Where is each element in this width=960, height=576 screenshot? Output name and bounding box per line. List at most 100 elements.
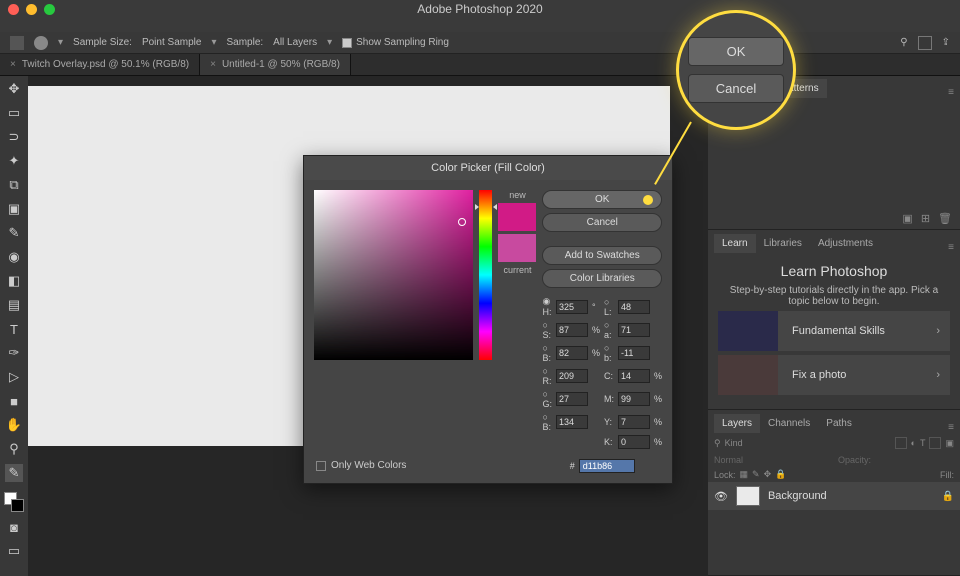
k-input[interactable]: [618, 435, 650, 449]
lock-pos-icon[interactable]: ✥: [764, 469, 772, 480]
tab-layers[interactable]: Layers: [714, 414, 760, 433]
ok-button[interactable]: OK: [542, 190, 662, 209]
color-libraries-button[interactable]: Color Libraries: [542, 269, 662, 288]
quickmask-icon[interactable]: ◙: [5, 518, 23, 536]
sample-value[interactable]: All Layers: [273, 37, 317, 48]
filter-smart-icon[interactable]: ▣: [945, 438, 954, 449]
filter-adjust-icon[interactable]: ◐: [911, 438, 916, 448]
g-radio[interactable]: ○ G:: [542, 389, 552, 409]
select-tool-icon[interactable]: ▷: [5, 368, 23, 386]
cancel-button[interactable]: Cancel: [542, 213, 662, 232]
panel-menu-icon[interactable]: ≡: [948, 242, 954, 253]
path-tool-icon[interactable]: ✑: [5, 344, 23, 362]
share-icon[interactable]: ⇪: [942, 37, 950, 48]
filter-type-icon[interactable]: T: [920, 438, 926, 448]
y-input[interactable]: [618, 415, 650, 429]
sample-size-value[interactable]: Point Sample: [142, 37, 201, 48]
chevron-down-icon[interactable]: ▾: [327, 37, 332, 48]
tab-adjustments[interactable]: Adjustments: [810, 234, 881, 253]
b2-radio[interactable]: ○ b:: [604, 343, 614, 363]
gradient-tool-icon[interactable]: ▤: [5, 296, 23, 314]
layer-filter[interactable]: ⚲ Kind: [714, 438, 891, 449]
chevron-right-icon: ›: [926, 325, 950, 337]
hex-input[interactable]: [579, 459, 635, 473]
hand-tool-icon[interactable]: ✋: [5, 416, 23, 434]
only-web-colors-checkbox[interactable]: Only Web Colors: [316, 460, 406, 471]
show-sampling-ring-checkbox[interactable]: Show Sampling Ring: [342, 37, 449, 48]
l-radio[interactable]: ○ L:: [604, 297, 614, 317]
m-input[interactable]: [618, 392, 650, 406]
new-item-icon[interactable]: ⊞: [921, 212, 930, 225]
move-tool-icon[interactable]: ✥: [5, 80, 23, 98]
opacity-label: Opacity:: [838, 455, 954, 465]
chevron-down-icon[interactable]: ▾: [58, 37, 63, 48]
screenmode-icon[interactable]: ▭: [5, 542, 23, 560]
lasso-tool-icon[interactable]: ⊃: [5, 128, 23, 146]
bb-input[interactable]: [556, 415, 588, 429]
close-icon[interactable]: ×: [210, 59, 216, 70]
saturation-field[interactable]: [314, 190, 473, 360]
window-traffic-lights[interactable]: [8, 4, 55, 15]
lesson-fundamental[interactable]: Fundamental Skills›: [718, 311, 950, 351]
tab-libraries[interactable]: Libraries: [756, 234, 810, 253]
search-icon[interactable]: ⚲: [900, 37, 907, 48]
hue-slider[interactable]: [479, 190, 492, 360]
chevron-down-icon[interactable]: ▾: [211, 37, 216, 48]
c-input[interactable]: [618, 369, 650, 383]
tools-panel: ✥ ▭ ⊃ ✦ ⧉ ▣ ✎ ◉ ◧ ▤ T ✑ ▷ ■ ✋ ⚲ ✎ ◙ ▭: [0, 76, 28, 576]
eyedropper-tool-icon[interactable]: ✎: [5, 464, 23, 482]
crop-tool-icon[interactable]: ⧉: [5, 176, 23, 194]
bb-radio[interactable]: ○ B:: [542, 412, 552, 432]
color-swatches[interactable]: [4, 492, 24, 512]
visibility-icon[interactable]: 👁: [714, 490, 728, 503]
marquee-tool-icon[interactable]: ▭: [5, 104, 23, 122]
type-tool-icon[interactable]: T: [5, 320, 23, 338]
s-radio[interactable]: ○ S:: [542, 320, 552, 340]
panel-menu-icon[interactable]: ≡: [948, 87, 954, 98]
k-label: K:: [604, 437, 614, 447]
s-input[interactable]: [556, 323, 588, 337]
stamp-tool-icon[interactable]: ◉: [5, 248, 23, 266]
home-icon[interactable]: [10, 36, 24, 50]
tab-channels[interactable]: Channels: [760, 414, 818, 433]
lock-pixel-icon[interactable]: ✎: [752, 469, 760, 480]
l-input[interactable]: [618, 300, 650, 314]
b-input[interactable]: [556, 346, 588, 360]
r-input[interactable]: [556, 369, 588, 383]
a-radio[interactable]: ○ a:: [604, 320, 614, 340]
workspace-icon[interactable]: [918, 36, 932, 50]
blend-mode[interactable]: Normal: [714, 455, 830, 465]
b-radio[interactable]: ○ B:: [542, 343, 552, 363]
zoom-tool-icon[interactable]: ⚲: [5, 440, 23, 458]
lock-trans-icon[interactable]: ▦: [740, 469, 749, 480]
h-input[interactable]: [556, 300, 588, 314]
wand-tool-icon[interactable]: ✦: [5, 152, 23, 170]
eraser-tool-icon[interactable]: ◧: [5, 272, 23, 290]
brush-tool-icon[interactable]: ✎: [5, 224, 23, 242]
close-icon[interactable]: ×: [10, 59, 16, 70]
document-tab[interactable]: ×Untitled-1 @ 50% (RGB/8): [200, 54, 351, 75]
lock-all-icon[interactable]: 🔒: [775, 469, 786, 480]
h-radio[interactable]: ◉ H:: [542, 296, 552, 317]
new-folder-icon[interactable]: ▣: [902, 212, 912, 225]
a-input[interactable]: [618, 323, 650, 337]
frame-tool-icon[interactable]: ▣: [5, 200, 23, 218]
layer-background[interactable]: 👁 Background 🔒: [708, 482, 960, 510]
document-tab[interactable]: ×Twitch Overlay.psd @ 50.1% (RGB/8): [0, 54, 200, 75]
filter-shape-icon[interactable]: [929, 437, 941, 449]
lesson-fix-photo[interactable]: Fix a photo›: [718, 355, 950, 395]
b2-input[interactable]: [618, 346, 650, 360]
r-radio[interactable]: ○ R:: [542, 366, 552, 386]
learn-title: Learn Photoshop: [718, 263, 950, 279]
trash-icon[interactable]: 🗑: [938, 212, 952, 225]
tab-learn[interactable]: Learn: [714, 234, 756, 253]
filter-pixel-icon[interactable]: [895, 437, 907, 449]
panel-menu-icon[interactable]: ≡: [948, 422, 954, 433]
g-input[interactable]: [556, 392, 588, 406]
shape-tool-icon[interactable]: ■: [5, 392, 23, 410]
right-panels: Gradients Patterns ≡ ▸Water ▣ ⊞ 🗑 Learn …: [708, 76, 960, 576]
tool-preset-icon[interactable]: [34, 36, 48, 50]
add-swatches-button[interactable]: Add to Swatches: [542, 246, 662, 265]
tab-paths[interactable]: Paths: [818, 414, 860, 433]
current-color-swatch[interactable]: [498, 234, 536, 262]
